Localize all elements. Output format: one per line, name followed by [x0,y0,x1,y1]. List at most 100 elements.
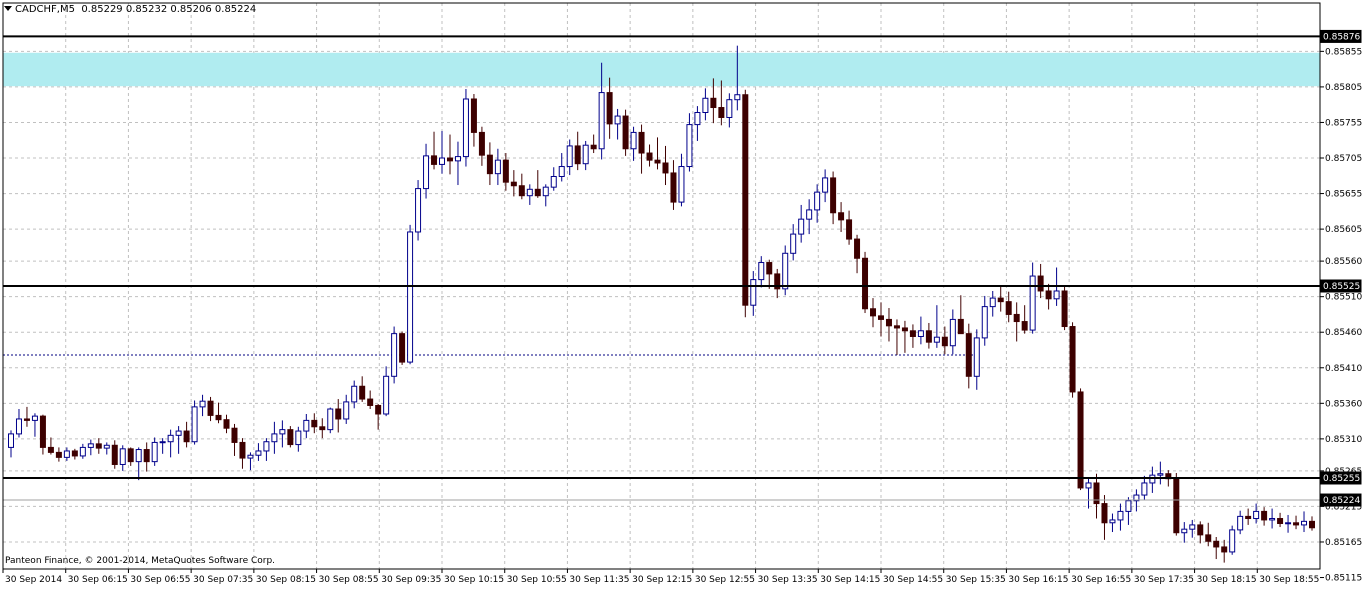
candle [391,326,398,384]
candle-body-bull [391,333,398,377]
candle [191,400,198,445]
candle [1077,388,1084,491]
x-tick-label: 30 Sep 15:35 [946,575,1006,585]
candle-body-bull [462,98,469,158]
candle-body-bull [917,330,924,337]
candle [462,89,469,167]
y-tick-label: 0.85755 [1325,118,1362,128]
candle-body-bull [694,112,701,126]
candle-body-bear [710,97,717,109]
candle [327,407,334,434]
candle [399,331,406,365]
candle-body-bear [1173,478,1180,534]
candle-body-bull [582,144,589,165]
x-tick-label: 30 Sep 10:15 [444,575,504,585]
candle-body-bull [351,385,358,403]
candle-body-bear [654,159,661,164]
candle-body-bull [1157,473,1164,476]
candle-body-bear [143,449,150,463]
candle-body-bear [399,333,406,363]
candle-body-bull [263,441,270,452]
x-tick-label: 30 Sep 16:15 [1008,575,1068,585]
x-tick-label: 30 Sep 18:55 [1259,575,1319,585]
candle-body-bull [1109,519,1116,524]
candle-body-bear [638,131,645,154]
candle-body-bull [271,433,278,443]
chart: 0.85855 0.85805 0.85755 0.85705 0.85655 0.856… [0,0,1362,587]
candle-body-bear [1045,290,1052,300]
candle-body-bull [678,166,685,203]
candle-body-bull [1149,474,1156,484]
candle [407,224,414,365]
candle-body-bear [957,318,964,335]
x-tick-label: 30 Sep 06:15 [68,575,128,585]
candle-body-bear [909,330,916,337]
y-tick-label: 0.85410 [1325,364,1362,374]
candle-body-bull [1237,515,1244,531]
candle-body-bull [343,401,350,420]
candle-body-bull [814,191,821,211]
candle-body-bull [989,297,996,308]
candle [1229,525,1236,555]
candle-body-bear [470,98,477,133]
candle-body-bull [1125,500,1132,512]
candle-body-bear [1213,540,1220,548]
candle-body-bear [830,177,837,214]
candle-body-bull [407,231,414,363]
candle-body-bull [526,188,533,197]
copyright-text: Panteon Finance, © 2001-2014, MetaQuotes… [5,556,276,566]
candle-body-bear [47,446,54,453]
candle-body-bull [1285,522,1292,525]
chart-canvas: 0.85855 0.85805 0.85755 0.85705 0.85655 0.856… [0,0,1362,587]
x-tick-label: 30 Sep 07:35 [193,575,253,585]
candle-body-bull [303,419,310,432]
level-price-label: 0.85876 [1323,32,1360,42]
candle-body-bear [742,94,749,306]
candle [742,89,749,318]
candle-body-bull [295,430,302,446]
candle-body-bear [854,238,861,259]
y-tick-label: 0.85310 [1325,435,1362,445]
x-tick-label: 30 Sep 11:35 [569,575,629,585]
chevron-down-icon[interactable] [4,6,12,11]
candle-body-bear [510,181,517,187]
x-tick-label: 30 Sep 18:15 [1197,575,1257,585]
candle-body-bull [439,157,446,165]
candle-body-bear [183,430,190,443]
candle-body-bear [1069,326,1076,393]
candle-body-bull [135,449,142,463]
candle-body-bear [1037,275,1044,292]
candle-body-bear [606,92,613,125]
candle-body-bear [1221,546,1228,553]
candle-body-bull [103,444,110,449]
candle-body-bear [231,427,238,443]
chart-background [0,0,1362,587]
candle-body-bear [718,107,725,118]
candle-body-bear [574,145,581,165]
candle-body-bear [925,330,932,343]
candle-body-bull [383,375,390,415]
candle-body-bear [223,419,230,429]
candle-body-bear [319,426,326,431]
candle-body-bear [877,315,884,320]
candle-body-bull [327,408,334,431]
x-tick-label: 30 Sep 16:55 [1071,575,1131,585]
candle-body-bull [1085,482,1092,489]
candle-body-bear [534,188,541,197]
candle-body-bear [23,418,30,421]
candle-body-bull [79,446,86,457]
candle-body-bear [622,115,629,150]
candle-body-bear [997,297,1004,303]
candle-body-bull [1301,520,1308,526]
candle-body-bull [279,429,286,435]
y-tick-label: 0.85605 [1325,225,1362,235]
candle-body-bear [1205,534,1212,542]
candle-body-bear [590,144,597,150]
candle-body-bull [558,166,565,177]
candle-body-bear [335,408,342,420]
candle-body-bear [367,398,374,406]
candle-body-bear [1101,503,1108,524]
candle-body-bear [1061,290,1068,328]
x-tick-label: 30 Sep 13:35 [758,575,818,585]
y-tick-label: 0.85655 [1325,190,1362,200]
